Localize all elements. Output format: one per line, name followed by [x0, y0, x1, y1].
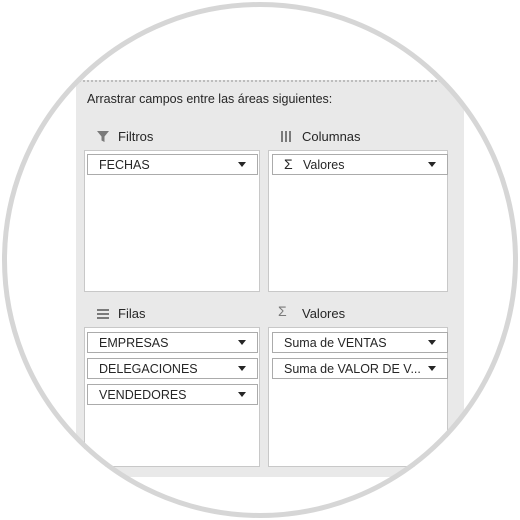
- columns-icon: [281, 131, 291, 142]
- field-vendedores[interactable]: VENDEDORES: [87, 384, 258, 405]
- field-label: VENDEDORES: [99, 388, 187, 402]
- rows-area-title: Filas: [118, 306, 146, 321]
- chevron-down-icon[interactable]: [428, 162, 436, 167]
- chevron-down-icon[interactable]: [428, 340, 436, 345]
- rows-icon: [97, 309, 109, 319]
- rows-area-header: Filas: [84, 299, 260, 327]
- filters-drop-zone[interactable]: FECHAS: [84, 150, 260, 292]
- circular-crop-frame: Arrastrar campos entre las áreas siguien…: [2, 2, 518, 518]
- field-valores-column[interactable]: Σ Valores: [272, 154, 448, 175]
- filters-area-title: Filtros: [118, 129, 154, 144]
- values-area: Σ Valores Suma de VENTAS Suma de VALOR D…: [268, 299, 448, 467]
- chevron-down-icon[interactable]: [238, 340, 246, 345]
- filters-area: Filtros FECHAS: [84, 122, 260, 292]
- field-suma-ventas[interactable]: Suma de VENTAS: [272, 332, 448, 353]
- sigma-icon: Σ: [278, 303, 287, 319]
- field-label: Suma de VALOR DE V...: [284, 362, 421, 376]
- filter-icon: [97, 131, 109, 142]
- field-fechas[interactable]: FECHAS: [87, 154, 258, 175]
- values-area-header: Σ Valores: [268, 299, 448, 327]
- filters-area-header: Filtros: [84, 122, 260, 150]
- pivot-field-areas-panel: Arrastrar campos entre las áreas siguien…: [76, 80, 464, 477]
- sigma-icon: Σ: [284, 156, 293, 172]
- field-suma-valor-de-v[interactable]: Suma de VALOR DE V...: [272, 358, 448, 379]
- chevron-down-icon[interactable]: [238, 162, 246, 167]
- columns-area: Columnas Σ Valores: [268, 122, 448, 292]
- drag-instruction-text: Arrastrar campos entre las áreas siguien…: [87, 92, 333, 106]
- field-label: FECHAS: [99, 158, 150, 172]
- chevron-down-icon[interactable]: [238, 366, 246, 371]
- chevron-down-icon[interactable]: [238, 392, 246, 397]
- field-label: Suma de VENTAS: [284, 336, 387, 350]
- rows-drop-zone[interactable]: EMPRESAS DELEGACIONES VENDEDORES: [84, 327, 260, 467]
- values-area-title: Valores: [302, 306, 346, 321]
- field-empresas[interactable]: EMPRESAS: [87, 332, 258, 353]
- values-drop-zone[interactable]: Suma de VENTAS Suma de VALOR DE V...: [268, 327, 448, 467]
- chevron-down-icon[interactable]: [428, 366, 436, 371]
- columns-drop-zone[interactable]: Σ Valores: [268, 150, 448, 292]
- field-label: DELEGACIONES: [99, 362, 198, 376]
- field-delegaciones[interactable]: DELEGACIONES: [87, 358, 258, 379]
- field-label: EMPRESAS: [99, 336, 169, 350]
- field-label: Valores: [303, 158, 345, 172]
- columns-area-title: Columnas: [302, 129, 361, 144]
- rows-area: Filas EMPRESAS DELEGACIONES VENDEDORES: [84, 299, 260, 467]
- columns-area-header: Columnas: [268, 122, 448, 150]
